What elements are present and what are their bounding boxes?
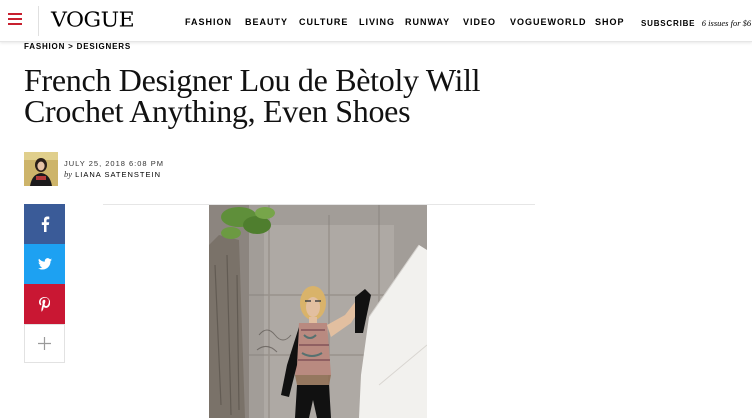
header-divider xyxy=(38,6,39,36)
share-more-button[interactable] xyxy=(24,324,65,363)
breadcrumb-designers[interactable]: DESIGNERS xyxy=(77,42,131,51)
article-hero-image[interactable] xyxy=(209,205,427,418)
facebook-icon xyxy=(41,216,49,232)
nav-living[interactable]: LIVING xyxy=(359,16,395,28)
publish-date: JULY 25, 2018 6:08 PM xyxy=(64,159,164,168)
share-facebook-button[interactable] xyxy=(24,204,65,244)
breadcrumb: FASHION > DESIGNERS xyxy=(24,42,131,52)
author-link[interactable]: LIANA SATENSTEIN xyxy=(75,170,161,179)
twitter-icon xyxy=(37,258,52,270)
headline-line-2: Crochet Anything, Even Shoes xyxy=(24,93,411,129)
subscribe-offer: 6 issues for $6 xyxy=(701,18,752,28)
breadcrumb-separator: > xyxy=(68,42,74,51)
subscribe-label: SUBSCRIBE xyxy=(641,19,696,28)
byline-prefix: by xyxy=(64,169,73,179)
nav-culture[interactable]: CULTURE xyxy=(299,16,348,28)
hamburger-menu-icon[interactable] xyxy=(8,13,22,27)
nav-shop[interactable]: SHOP xyxy=(595,16,625,28)
subscribe-link[interactable]: SUBSCRIBE 6 issues for $6 xyxy=(641,16,751,30)
vogue-logo[interactable]: VOGUE xyxy=(51,9,135,33)
article-headline: French Designer Lou de Bètoly Will Croch… xyxy=(24,64,544,129)
article-meta: JULY 25, 2018 6:08 PM by LIANA SATENSTEI… xyxy=(64,158,164,180)
plus-icon xyxy=(38,337,51,350)
share-buttons xyxy=(24,204,65,363)
nav-vogueworld[interactable]: VOGUEWORLD xyxy=(510,16,587,28)
nav-fashion[interactable]: FASHION xyxy=(185,16,232,28)
author-avatar[interactable] xyxy=(24,152,58,186)
breadcrumb-fashion[interactable]: FASHION xyxy=(24,42,65,51)
nav-video[interactable]: VIDEO xyxy=(463,16,496,28)
share-twitter-button[interactable] xyxy=(24,244,65,284)
share-pinterest-button[interactable] xyxy=(24,284,65,324)
pinterest-icon xyxy=(39,296,50,312)
site-header: VOGUE FASHION BEAUTY CULTURE LIVING RUNW… xyxy=(0,0,752,42)
nav-runway[interactable]: RUNWAY xyxy=(405,16,450,28)
nav-beauty[interactable]: BEAUTY xyxy=(245,16,288,28)
